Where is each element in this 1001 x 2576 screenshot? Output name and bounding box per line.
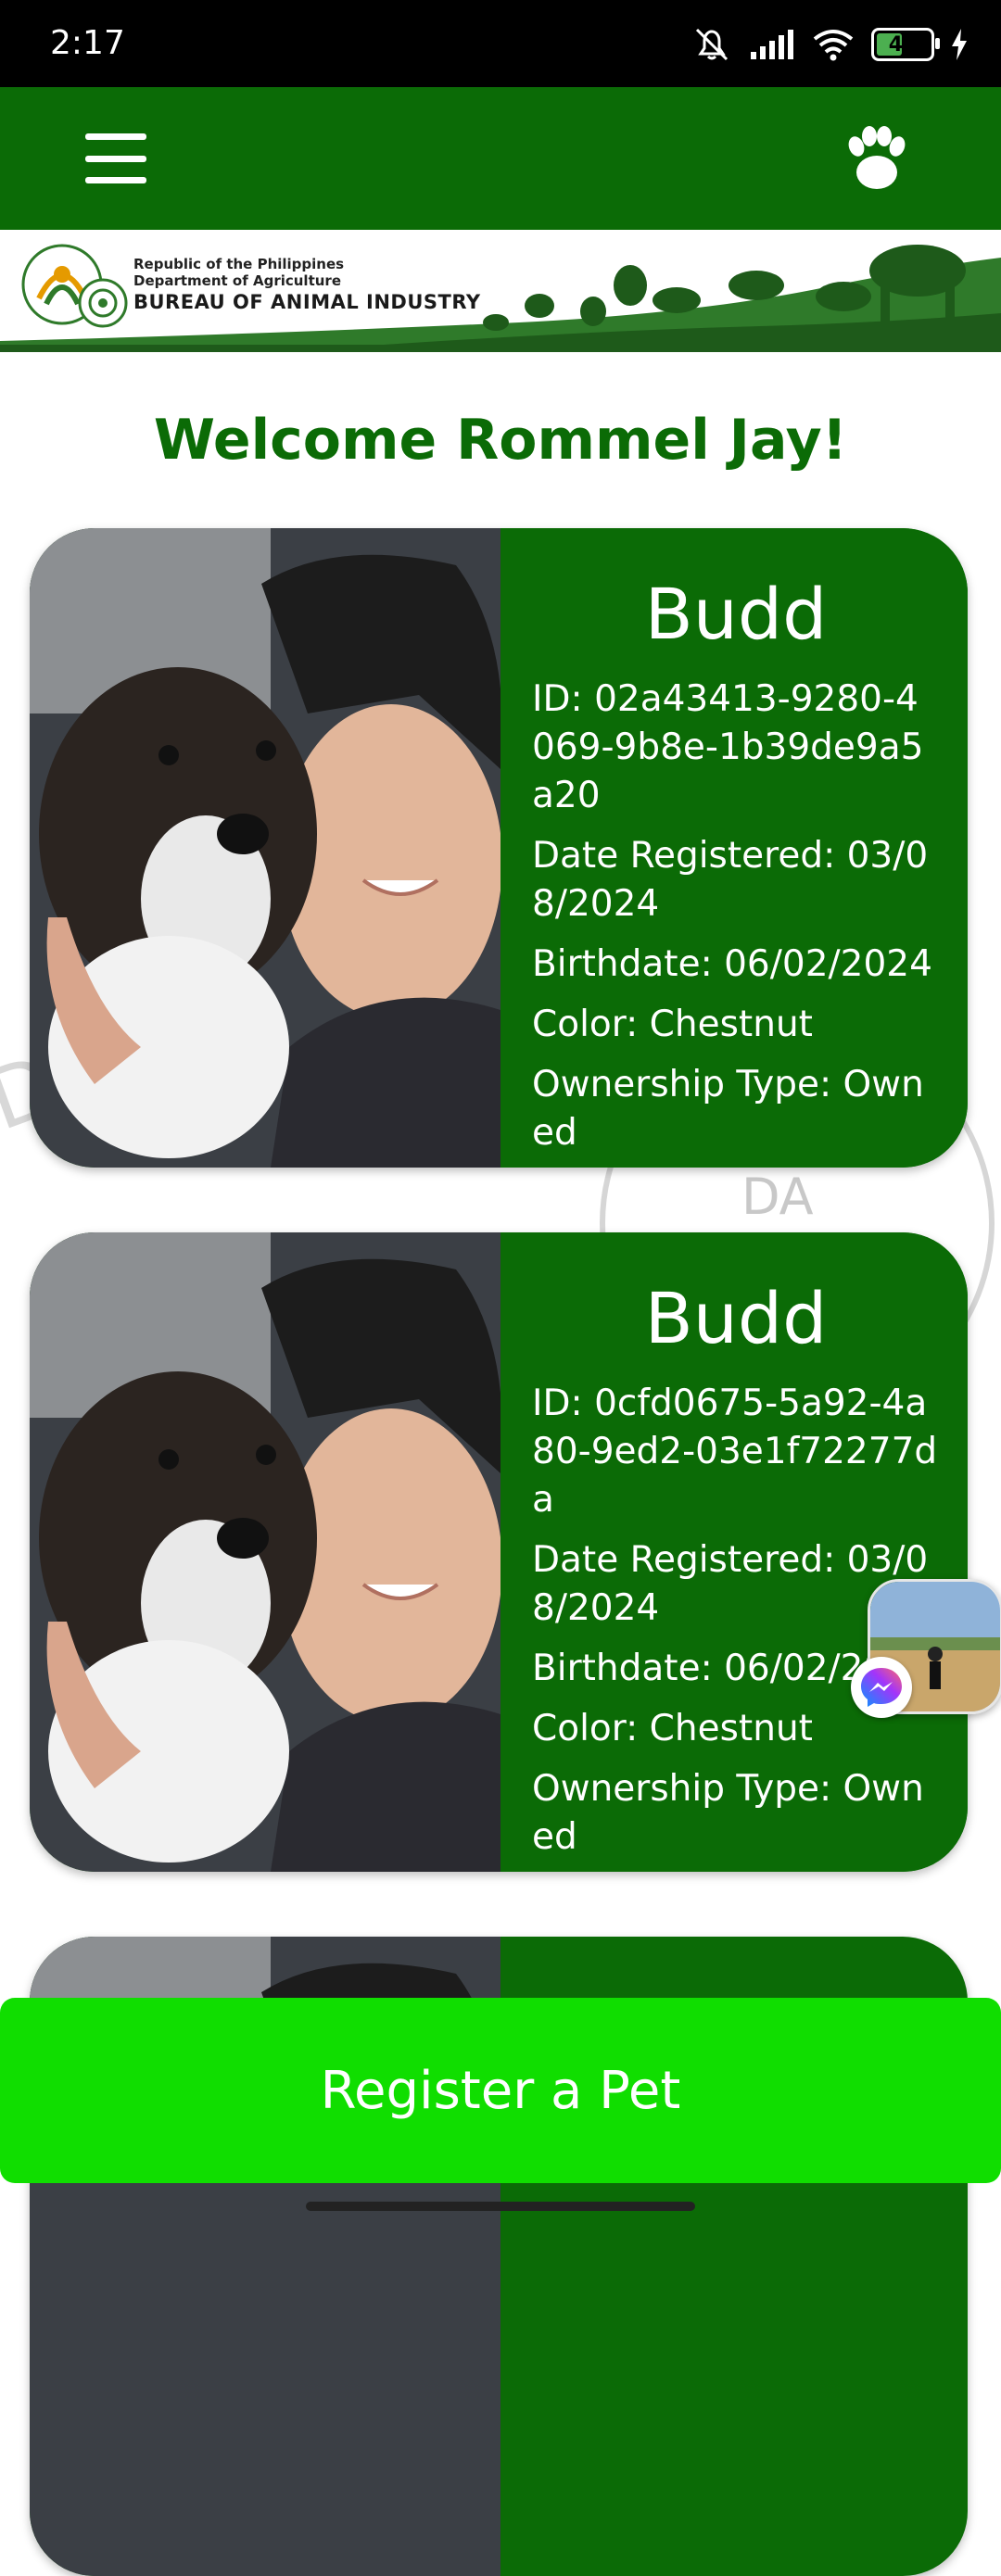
bureau-banner: Republic of the Philippines Department o… [0,230,1001,352]
charging-icon [952,29,967,60]
welcome-heading: Welcome Rommel Jay! [153,408,848,473]
register-pet-button[interactable]: Register a Pet [0,1998,1001,2183]
pet-birthdate: Birthdate: 06/02/2024 [532,943,932,985]
status-time: 2:17 [50,24,125,62]
wifi-icon [813,30,854,61]
battery-icon: 44 [871,28,940,61]
signal-icon [751,30,793,59]
pet-date-registered: Date Registered: 03/08/2024 [532,835,929,925]
pet-name: Budd [644,573,828,655]
hamburger-menu-icon[interactable] [85,133,146,183]
banner-department-text: Department of Agriculture [133,272,341,289]
app-header [0,87,1001,230]
battery-level: 44 [888,32,918,57]
watermark-da-text: DA [741,1168,814,1226]
mute-icon [695,28,729,61]
pet-name: Budd [644,1277,828,1359]
pet-ownership-type: Ownership Type: Owned [532,1064,924,1154]
messenger-icon[interactable] [851,1657,912,1718]
pet-card[interactable]: Budd ID: 02a43413-9280-4069-9b8e-1b39de9… [30,528,968,1168]
pet-card[interactable]: Budd ID: 0cfd0675-5a92-4a80-9ed2-03e1f72… [30,1232,968,1872]
pet-id: ID: 0cfd0675-5a92-4a80-9ed2-03e1f72277da [532,1383,938,1521]
status-icons: 44 [691,24,968,65]
paw-icon[interactable] [842,126,912,193]
pet-info-panel: Budd ID: 02a43413-9280-4069-9b8e-1b39de9… [500,528,968,1168]
banner-bureau-text: BUREAU OF ANIMAL INDUSTRY [133,291,481,313]
status-bar: 2:17 44 [0,0,1001,87]
pet-photo [30,1232,500,1872]
pet-id: ID: 02a43413-9280-4069-9b8e-1b39de9a5a20 [532,678,924,816]
pet-info-panel: Budd ID: 0cfd0675-5a92-4a80-9ed2-03e1f72… [500,1232,968,1872]
pet-color: Color: Chestnut [532,1004,813,1045]
banner-republic-text: Republic of the Philippines [133,256,345,272]
pet-ownership-type: Ownership Type: Owned [532,1768,924,1858]
pet-photo [30,528,500,1168]
home-indicator[interactable] [306,2202,695,2211]
bureau-seal-icon [78,278,128,328]
